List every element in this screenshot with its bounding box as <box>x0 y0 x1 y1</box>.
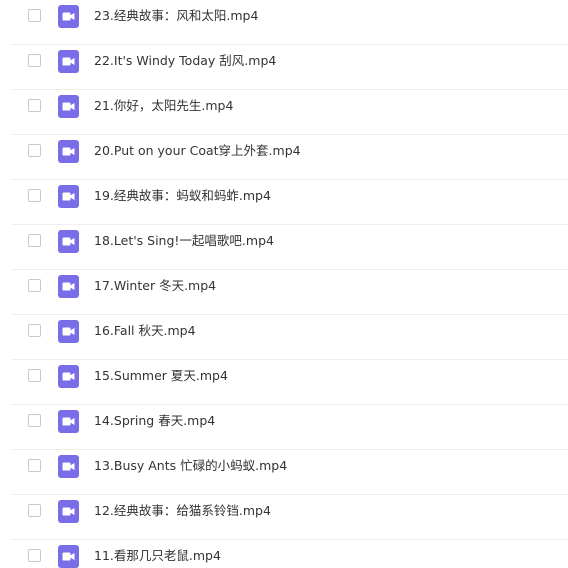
row-checkbox[interactable] <box>28 414 41 427</box>
file-name[interactable]: 16.Fall 秋天.mp4 <box>94 323 196 339</box>
row-checkbox[interactable] <box>28 549 41 562</box>
video-file-icon[interactable] <box>58 50 79 73</box>
list-item[interactable]: 12.经典故事：给猫系铃铛.mp4 <box>0 495 568 540</box>
file-name[interactable]: 11.看那几只老鼠.mp4 <box>94 548 221 564</box>
video-file-icon[interactable] <box>58 455 79 478</box>
row-checkbox[interactable] <box>28 144 41 157</box>
row-checkbox[interactable] <box>28 279 41 292</box>
video-file-icon[interactable] <box>58 185 79 208</box>
file-list: 23.经典故事：风和太阳.mp4 22.It's Windy Today 刮风.… <box>0 0 568 568</box>
list-item[interactable]: 23.经典故事：风和太阳.mp4 <box>0 0 568 45</box>
video-file-icon[interactable] <box>58 365 79 388</box>
row-checkbox[interactable] <box>28 189 41 202</box>
file-name[interactable]: 23.经典故事：风和太阳.mp4 <box>94 8 258 24</box>
video-file-icon[interactable] <box>58 95 79 118</box>
list-item[interactable]: 20.Put on your Coat穿上外套.mp4 <box>0 135 568 180</box>
file-name[interactable]: 21.你好，太阳先生.mp4 <box>94 98 233 114</box>
file-name[interactable]: 13.Busy Ants 忙碌的小蚂蚁.mp4 <box>94 458 287 474</box>
file-name[interactable]: 20.Put on your Coat穿上外套.mp4 <box>94 143 301 159</box>
list-item[interactable]: 22.It's Windy Today 刮风.mp4 <box>0 45 568 90</box>
video-file-icon[interactable] <box>58 545 79 568</box>
list-item[interactable]: 17.Winter 冬天.mp4 <box>0 270 568 315</box>
file-name[interactable]: 14.Spring 春天.mp4 <box>94 413 215 429</box>
list-item[interactable]: 13.Busy Ants 忙碌的小蚂蚁.mp4 <box>0 450 568 495</box>
file-name[interactable]: 15.Summer 夏天.mp4 <box>94 368 228 384</box>
row-checkbox[interactable] <box>28 504 41 517</box>
list-item[interactable]: 16.Fall 秋天.mp4 <box>0 315 568 360</box>
list-item[interactable]: 19.经典故事：蚂蚁和蚂蚱.mp4 <box>0 180 568 225</box>
row-checkbox[interactable] <box>28 54 41 67</box>
file-name[interactable]: 17.Winter 冬天.mp4 <box>94 278 216 294</box>
row-checkbox[interactable] <box>28 234 41 247</box>
video-file-icon[interactable] <box>58 500 79 523</box>
video-file-icon[interactable] <box>58 410 79 433</box>
video-file-icon[interactable] <box>58 140 79 163</box>
row-checkbox[interactable] <box>28 369 41 382</box>
file-name[interactable]: 22.It's Windy Today 刮风.mp4 <box>94 53 276 69</box>
row-checkbox[interactable] <box>28 9 41 22</box>
video-file-icon[interactable] <box>58 230 79 253</box>
file-name[interactable]: 12.经典故事：给猫系铃铛.mp4 <box>94 503 271 519</box>
list-item[interactable]: 14.Spring 春天.mp4 <box>0 405 568 450</box>
file-name[interactable]: 19.经典故事：蚂蚁和蚂蚱.mp4 <box>94 188 271 204</box>
list-item[interactable]: 21.你好，太阳先生.mp4 <box>0 90 568 135</box>
video-file-icon[interactable] <box>58 320 79 343</box>
row-checkbox[interactable] <box>28 459 41 472</box>
list-item[interactable]: 18.Let's Sing!一起唱歌吧.mp4 <box>0 225 568 270</box>
list-item[interactable]: 15.Summer 夏天.mp4 <box>0 360 568 405</box>
video-file-icon[interactable] <box>58 275 79 298</box>
row-checkbox[interactable] <box>28 324 41 337</box>
row-checkbox[interactable] <box>28 99 41 112</box>
list-item[interactable]: 11.看那几只老鼠.mp4 <box>0 540 568 568</box>
video-file-icon[interactable] <box>58 5 79 28</box>
file-name[interactable]: 18.Let's Sing!一起唱歌吧.mp4 <box>94 233 274 249</box>
